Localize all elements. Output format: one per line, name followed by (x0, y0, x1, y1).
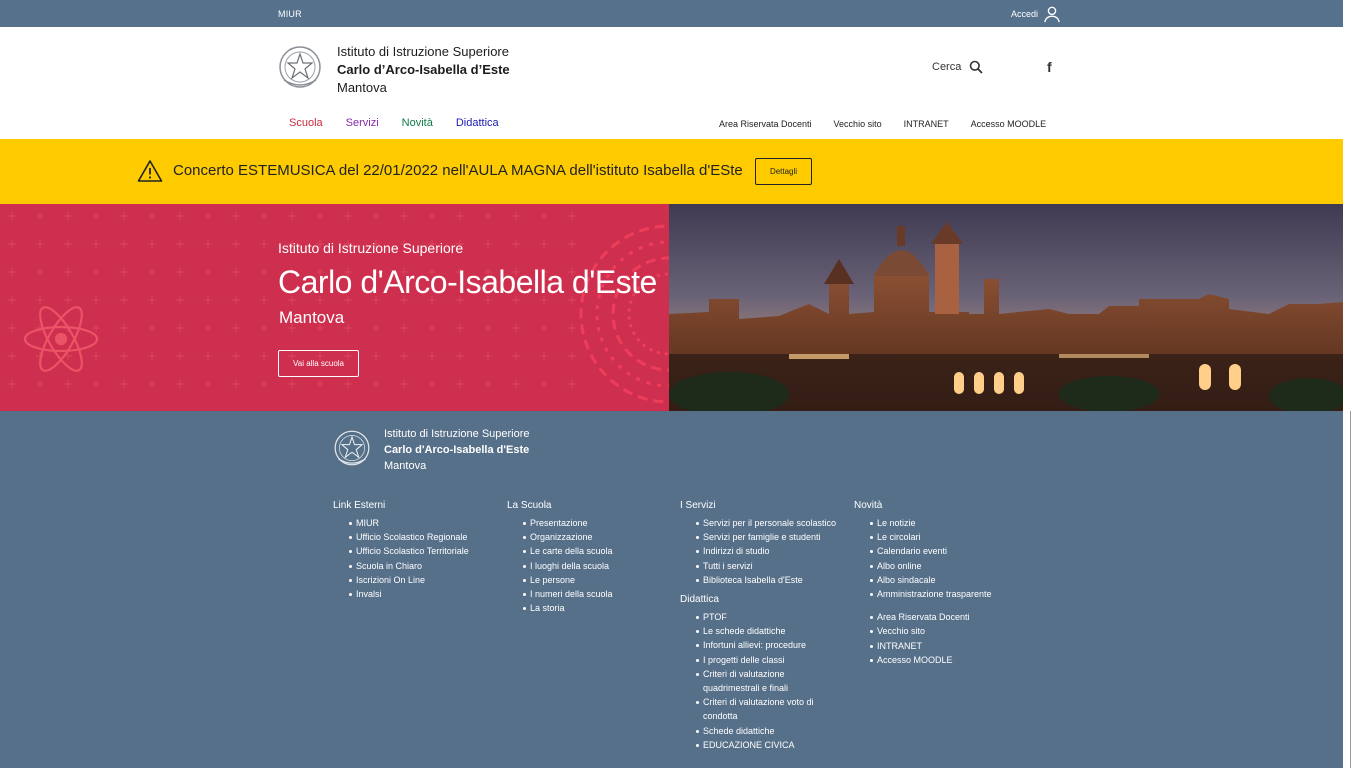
footer-link[interactable]: Le circolari (854, 530, 992, 544)
scrollbar[interactable] (1343, 0, 1366, 768)
warning-icon (137, 160, 163, 182)
footer-col-links: Link Esterni MIUR Ufficio Scolastico Reg… (333, 500, 469, 601)
footer-col-title: I Servizi (680, 500, 716, 511)
search-button[interactable]: Cerca (932, 60, 983, 74)
footer-col-title: Novità (854, 500, 883, 511)
footer-col-title: Didattica (680, 594, 719, 606)
alert-message: Concerto ESTEMUSICA del 22/01/2022 nell'… (173, 162, 743, 179)
footer-link[interactable]: Accesso MOODLE (854, 653, 992, 667)
footer-link[interactable]: Criteri di valutazione quadrimestrali e … (680, 667, 815, 695)
secnav-intranet[interactable]: INTRANET (904, 119, 949, 129)
footer-link[interactable]: Servizi per famiglie e studenti (680, 530, 850, 544)
footer-link[interactable]: Schede didattiche (680, 724, 815, 738)
footer-link[interactable]: Ufficio Scolastico Regionale (333, 530, 469, 544)
footer-link[interactable]: Scuola in Chiaro (333, 559, 469, 573)
footer-brand[interactable]: Istituto di Istruzione Superiore Carlo d… (384, 426, 530, 474)
footer-link[interactable]: EDUCAZIONE CIVICA (680, 738, 815, 752)
secnav-moodle[interactable]: Accesso MOODLE (971, 119, 1047, 129)
secondary-nav: Area Riservata Docenti Vecchio sito INTR… (719, 119, 1068, 129)
mantova-skyline-image (669, 204, 1343, 411)
footer-col-title: Link Esterni (333, 500, 386, 511)
login-label: Accedi (1011, 9, 1039, 19)
republic-emblem-icon[interactable] (333, 427, 371, 469)
footer-link[interactable]: Le schede didattiche (680, 624, 815, 638)
miur-link[interactable]: MIUR (278, 9, 302, 19)
hero-title: Carlo d'Arco-Isabella d'Este (278, 264, 657, 300)
brand-school-name: Carlo d’Arco-Isabella d’Este (337, 62, 510, 77)
footer-link[interactable]: Le persone (507, 573, 613, 587)
footer-school-type: Istituto di Istruzione Superiore (384, 428, 530, 440)
footer-school-name: Carlo d'Arco-Isabella d'Este (384, 444, 530, 456)
atom-icon (23, 306, 99, 372)
nav-item-didattica[interactable]: Didattica (456, 117, 499, 129)
republic-emblem-icon[interactable] (278, 42, 322, 92)
footer-link[interactable]: INTRANET (854, 639, 992, 653)
footer-link[interactable]: I numeri della scuola (507, 587, 613, 601)
footer-link[interactable]: Albo online (854, 559, 992, 573)
search-icon (970, 60, 983, 74)
footer-link[interactable]: MIUR (333, 516, 469, 530)
footer-link[interactable]: Invalsi (333, 587, 469, 601)
user-icon (1044, 6, 1060, 23)
footer-col-news: Novità Le notizie Le circolari Calendari… (854, 500, 992, 667)
footer-link[interactable]: Vecchio sito (854, 624, 992, 638)
footer-link[interactable]: Biblioteca Isabella d'Este (680, 573, 850, 587)
site-header: Istituto di Istruzione Superiore Carlo d… (0, 27, 1343, 139)
search-label: Cerca (932, 61, 962, 73)
footer-link[interactable]: Servizi per il personale scolastico (680, 516, 850, 530)
footer-link[interactable]: PTOF (680, 610, 815, 624)
footer-link[interactable]: Presentazione (507, 516, 613, 530)
footer-col-services: I Servizi Servizi per il personale scola… (680, 500, 850, 752)
footer-link[interactable]: Amministrazione trasparente (854, 587, 992, 601)
footer-link[interactable]: I luoghi della scuola (507, 559, 613, 573)
footer-link[interactable]: Le notizie (854, 516, 992, 530)
secnav-vecchio-sito[interactable]: Vecchio sito (834, 119, 882, 129)
alert-banner: Concerto ESTEMUSICA del 22/01/2022 nell'… (0, 139, 1343, 204)
brand-city: Mantova (337, 80, 387, 95)
footer-col-school: La Scuola Presentazione Organizzazione L… (507, 500, 613, 615)
footer-link[interactable]: Albo sindacale (854, 573, 992, 587)
nav-item-novita[interactable]: Novità (402, 117, 433, 129)
footer-link[interactable]: Indirizzi di studio (680, 544, 850, 558)
footer-link[interactable]: Criteri di valutazione voto di condotta (680, 695, 815, 723)
nav-item-scuola[interactable]: Scuola (289, 117, 323, 129)
go-to-school-button[interactable]: Vai alla scuola (278, 350, 359, 377)
footer-link[interactable]: Tutti i servizi (680, 559, 850, 573)
footer-link[interactable]: Organizzazione (507, 530, 613, 544)
footer-link[interactable]: Le carte della scuola (507, 544, 613, 558)
secnav-area-riservata[interactable]: Area Riservata Docenti (719, 119, 812, 129)
hero-subtitle: Mantova (279, 308, 345, 327)
login-button[interactable]: Accedi (1011, 5, 1061, 23)
hero-photo (669, 204, 1343, 411)
hero-kicker: Istituto di Istruzione Superiore (278, 240, 464, 256)
brand-school-type: Istituto di Istruzione Superiore (337, 44, 509, 59)
footer-link[interactable]: Ufficio Scolastico Territoriale (333, 544, 469, 558)
hero-panel: Istituto di Istruzione Superiore Carlo d… (0, 204, 669, 411)
alert-details-button[interactable]: Dettagli (755, 158, 812, 185)
top-bar: MIUR Accedi (0, 0, 1343, 27)
footer-link[interactable]: Area Riservata Docenti (854, 610, 992, 624)
footer-link[interactable]: I progetti delle classi (680, 653, 815, 667)
site-footer: Istituto di Istruzione Superiore Carlo d… (0, 411, 1343, 768)
facebook-icon[interactable]: f (1047, 59, 1052, 75)
footer-link[interactable]: Iscrizioni On Line (333, 573, 469, 587)
footer-link[interactable]: Calendario eventi (854, 544, 992, 558)
footer-city: Mantova (384, 460, 427, 472)
school-brand[interactable]: Istituto di Istruzione Superiore Carlo d… (337, 43, 510, 97)
footer-col-title: La Scuola (507, 500, 552, 511)
footer-link[interactable]: La storia (507, 601, 613, 615)
nav-item-servizi[interactable]: Servizi (346, 117, 379, 129)
footer-link[interactable]: Infortuni allievi: procedure (680, 638, 815, 652)
main-nav: Scuola Servizi Novità Didattica (289, 117, 522, 129)
